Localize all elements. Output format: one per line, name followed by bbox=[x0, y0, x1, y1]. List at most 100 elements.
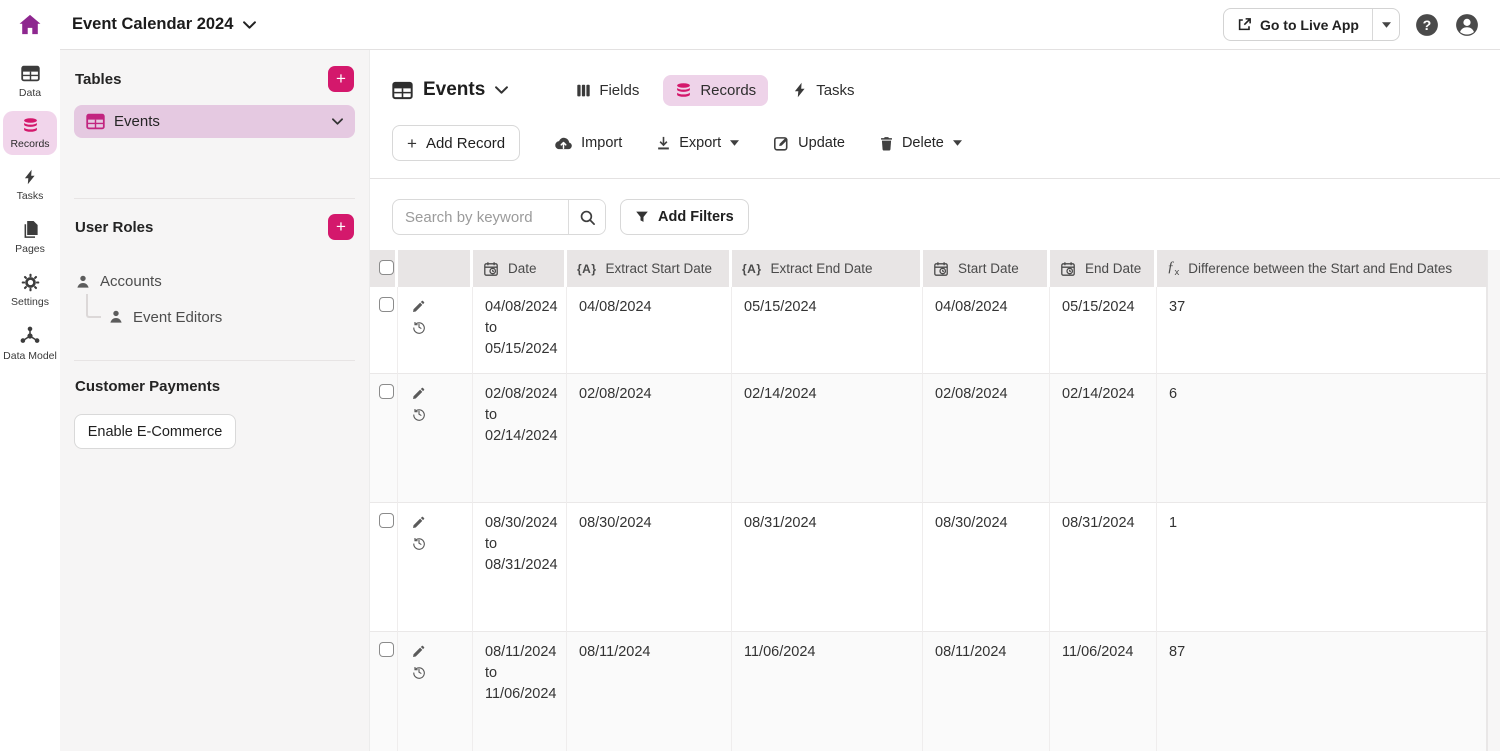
add-filters-button[interactable]: Add Filters bbox=[620, 199, 749, 235]
column-header-difference[interactable]: ƒxDifference between the Start and End D… bbox=[1157, 250, 1487, 287]
sidebar-item-accounts[interactable]: Accounts bbox=[60, 273, 369, 290]
search-icon bbox=[579, 209, 596, 226]
cell-start-date: 02/08/2024 bbox=[923, 374, 1050, 503]
cell-date-range: 04/08/2024to05/15/2024 bbox=[473, 287, 567, 374]
column-header-end-date[interactable]: End Date bbox=[1050, 250, 1157, 287]
cell-difference: 6 bbox=[1157, 374, 1487, 503]
sidebar-item-events[interactable]: Events bbox=[74, 105, 355, 138]
table-row: 02/08/2024to02/14/2024 02/08/2024 02/14/… bbox=[370, 374, 1487, 503]
rail-item-data-model[interactable]: Data Model bbox=[3, 320, 57, 367]
view-tabs: Fields Records Tasks bbox=[564, 74, 866, 106]
cell-end-date: 08/31/2024 bbox=[1050, 503, 1157, 632]
database-icon bbox=[675, 82, 692, 99]
rail-item-label: Pages bbox=[15, 243, 45, 255]
delete-button[interactable]: Delete bbox=[879, 135, 962, 152]
add-table-button[interactable]: + bbox=[328, 66, 354, 92]
cell-start-date: 08/11/2024 bbox=[923, 632, 1050, 751]
edit-record-icon[interactable] bbox=[412, 645, 425, 658]
svg-text:?: ? bbox=[1423, 18, 1432, 34]
record-history-icon[interactable] bbox=[412, 665, 426, 679]
entity-title-dropdown[interactable]: Events bbox=[392, 79, 508, 101]
data-model-icon bbox=[20, 326, 40, 346]
sidebar-item-label: Event Editors bbox=[133, 309, 222, 326]
column-header-date[interactable]: Date bbox=[473, 250, 567, 287]
caret-down-icon bbox=[1382, 22, 1391, 28]
search-button[interactable] bbox=[568, 200, 605, 234]
add-user-role-button[interactable]: + bbox=[328, 214, 354, 240]
column-header-start-date[interactable]: Start Date bbox=[923, 250, 1050, 287]
external-link-icon bbox=[1237, 17, 1252, 32]
rail-item-tasks[interactable]: Tasks bbox=[3, 162, 57, 207]
text-formula-icon: {A} bbox=[577, 263, 597, 275]
column-header-extract-end-date[interactable]: {A}Extract End Date bbox=[732, 250, 923, 287]
chevron-down-icon[interactable] bbox=[332, 118, 343, 125]
go-to-live-app-button[interactable]: Go to Live App bbox=[1224, 9, 1372, 40]
column-header-extract-start-date[interactable]: {A}Extract Start Date bbox=[567, 250, 732, 287]
tables-heading: Tables bbox=[75, 71, 121, 88]
rail-item-records[interactable]: Records bbox=[3, 111, 57, 155]
caret-down-icon bbox=[953, 140, 962, 146]
record-history-icon[interactable] bbox=[412, 407, 426, 421]
calendar-icon bbox=[483, 261, 499, 277]
delete-label: Delete bbox=[902, 135, 944, 151]
columns-icon bbox=[576, 83, 591, 98]
rail-item-settings[interactable]: Settings bbox=[3, 267, 57, 313]
home-icon[interactable] bbox=[18, 13, 42, 37]
rail-item-label: Records bbox=[10, 138, 49, 150]
calendar-icon bbox=[933, 261, 949, 277]
bolt-icon bbox=[792, 81, 808, 99]
sidebar-item-event-editors[interactable]: Event Editors bbox=[60, 300, 369, 334]
actions-column-header bbox=[398, 250, 473, 287]
table-icon bbox=[86, 112, 105, 131]
chevron-down-icon bbox=[243, 21, 256, 29]
export-button[interactable]: Export bbox=[656, 135, 739, 151]
help-button[interactable]: ? bbox=[1415, 12, 1440, 37]
table-row: 04/08/2024to05/15/2024 04/08/2024 05/15/… bbox=[370, 287, 1487, 374]
column-label: Difference between the Start and End Dat… bbox=[1188, 261, 1452, 276]
row-checkbox[interactable] bbox=[379, 297, 394, 312]
add-record-button[interactable]: + Add Record bbox=[392, 125, 520, 161]
scrollbar-gutter[interactable] bbox=[1487, 250, 1500, 751]
tree-connector bbox=[86, 294, 101, 318]
record-history-icon[interactable] bbox=[412, 320, 426, 334]
user-roles-heading: User Roles bbox=[75, 219, 153, 236]
bolt-icon bbox=[22, 168, 38, 186]
search-input[interactable] bbox=[393, 200, 568, 234]
record-history-icon[interactable] bbox=[412, 536, 426, 550]
tab-fields[interactable]: Fields bbox=[564, 75, 651, 106]
edit-record-icon[interactable] bbox=[412, 300, 425, 313]
app-title: Event Calendar 2024 bbox=[72, 15, 233, 34]
cell-difference: 87 bbox=[1157, 632, 1487, 751]
tab-label: Fields bbox=[599, 82, 639, 99]
cell-date-range: 02/08/2024to02/14/2024 bbox=[473, 374, 567, 503]
update-button[interactable]: Update bbox=[773, 135, 845, 152]
import-button[interactable]: Import bbox=[554, 135, 622, 151]
edit-record-icon[interactable] bbox=[412, 516, 425, 529]
tab-label: Tasks bbox=[816, 82, 854, 99]
go-to-live-app-caret[interactable] bbox=[1372, 9, 1399, 40]
rail-item-data[interactable]: Data bbox=[3, 58, 57, 104]
edit-record-icon[interactable] bbox=[412, 387, 425, 400]
row-checkbox[interactable] bbox=[379, 642, 394, 657]
cell-end-date: 11/06/2024 bbox=[1050, 632, 1157, 751]
records-toolbar: + Add Record Import Export Update Delete bbox=[370, 106, 1500, 161]
cell-extract-end-date: 02/14/2024 bbox=[732, 374, 923, 503]
select-all-checkbox[interactable] bbox=[379, 260, 394, 275]
filter-row: Add Filters bbox=[370, 179, 1500, 250]
app-switcher[interactable]: Event Calendar 2024 bbox=[72, 15, 256, 34]
sidebar-item-label: Accounts bbox=[100, 273, 162, 290]
account-icon bbox=[1455, 13, 1479, 37]
search-group bbox=[392, 199, 606, 235]
rail-item-pages[interactable]: Pages bbox=[3, 214, 57, 260]
account-button[interactable] bbox=[1455, 12, 1480, 37]
cell-start-date: 08/30/2024 bbox=[923, 503, 1050, 632]
go-to-live-app-label: Go to Live App bbox=[1260, 17, 1359, 33]
cell-extract-start-date: 04/08/2024 bbox=[567, 287, 732, 374]
table-icon bbox=[392, 80, 413, 101]
row-checkbox[interactable] bbox=[379, 384, 394, 399]
help-icon: ? bbox=[1415, 13, 1439, 37]
enable-ecommerce-button[interactable]: Enable E-Commerce bbox=[74, 414, 236, 449]
tab-tasks[interactable]: Tasks bbox=[780, 74, 866, 106]
row-checkbox[interactable] bbox=[379, 513, 394, 528]
tab-records[interactable]: Records bbox=[663, 75, 768, 106]
